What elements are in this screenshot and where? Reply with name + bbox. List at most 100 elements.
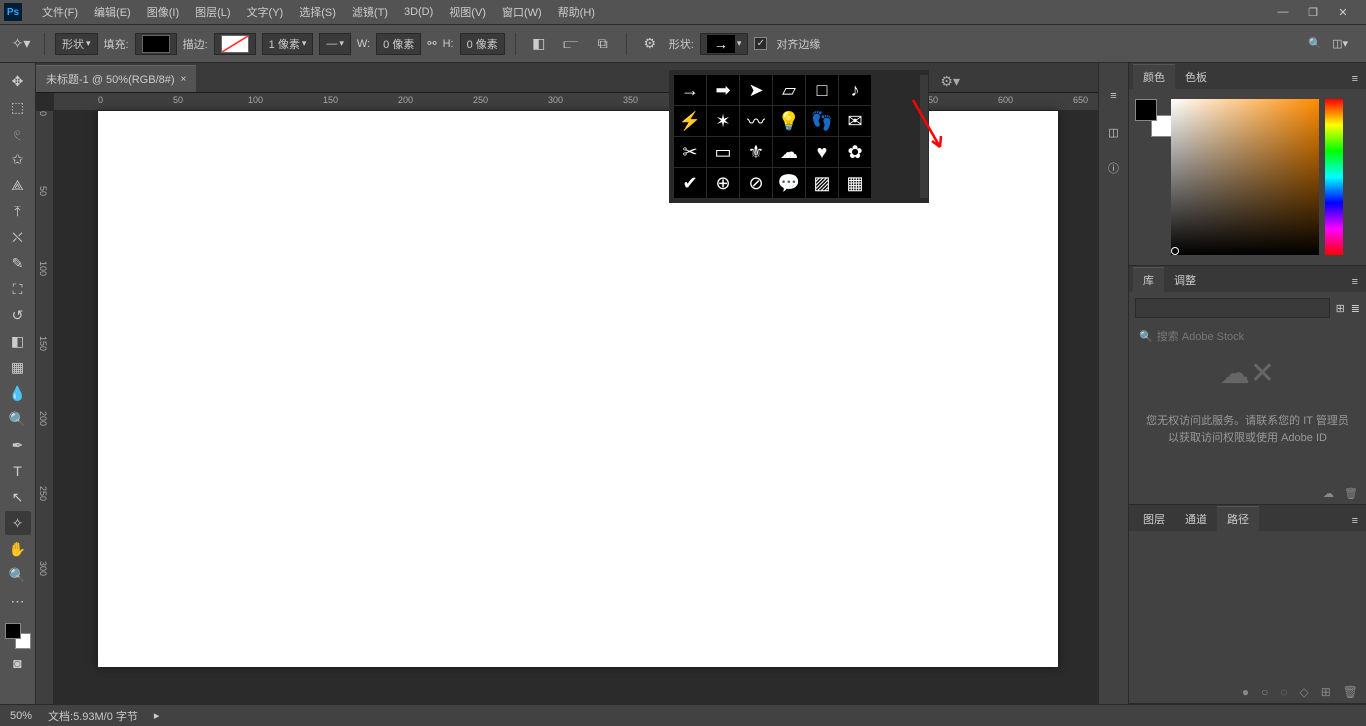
shape-preset[interactable]: ⚡ <box>674 106 706 136</box>
pen-tool-icon[interactable]: ✒ <box>5 433 31 457</box>
stroke-path-icon[interactable]: ○ <box>1261 685 1268 699</box>
shape-preset[interactable]: → <box>674 75 706 105</box>
panel-menu-icon[interactable]: ≡ <box>1344 272 1366 292</box>
tab-color[interactable]: 颜色 <box>1133 64 1175 89</box>
fill-path-icon[interactable]: ● <box>1242 685 1249 699</box>
info-panel-icon[interactable]: ⓘ <box>1105 159 1123 177</box>
shape-preset[interactable]: 〰 <box>740 106 772 136</box>
panel-menu-icon[interactable]: ≡ <box>1344 69 1366 89</box>
align-icon[interactable]: ⫍ <box>558 32 584 56</box>
dodge-tool-icon[interactable]: 🔍 <box>5 407 31 431</box>
menu-file[interactable]: 文件(F) <box>34 0 86 24</box>
menu-window[interactable]: 窗口(W) <box>494 0 550 24</box>
path-select-tool-icon[interactable]: ↖ <box>5 485 31 509</box>
shape-preset[interactable]: ▦ <box>839 168 871 198</box>
properties-panel-icon[interactable]: ◫ <box>1105 123 1123 141</box>
marquee-tool-icon[interactable]: ⬚ <box>5 95 31 119</box>
tab-paths[interactable]: 路径 <box>1217 506 1259 531</box>
canvas-viewport[interactable] <box>54 111 1098 704</box>
document-tab[interactable]: 未标题-1 @ 50%(RGB/8#) × <box>36 65 196 92</box>
color-field[interactable] <box>1171 99 1319 255</box>
tab-layers[interactable]: 图层 <box>1133 507 1175 531</box>
crop-tool-icon[interactable]: ⟁ <box>5 173 31 197</box>
eraser-tool-icon[interactable]: ◧ <box>5 329 31 353</box>
zoom-tool-icon[interactable]: 🔍 <box>5 563 31 587</box>
menu-view[interactable]: 视图(V) <box>441 0 494 24</box>
tab-swatches[interactable]: 色板 <box>1175 65 1217 89</box>
shape-preset[interactable]: ♥ <box>806 137 838 167</box>
menu-select[interactable]: 选择(S) <box>291 0 344 24</box>
edit-toolbar-icon[interactable]: ⋯ <box>5 589 31 613</box>
fill-swatch[interactable] <box>135 33 177 55</box>
type-tool-icon[interactable]: T <box>5 459 31 483</box>
menu-layer[interactable]: 图层(L) <box>187 0 238 24</box>
shape-preset[interactable]: ▱ <box>773 75 805 105</box>
shape-preset[interactable]: 💬 <box>773 168 805 198</box>
tab-adjustments[interactable]: 调整 <box>1164 268 1206 292</box>
gear-icon[interactable]: ⚙ <box>637 32 663 56</box>
zoom-level[interactable]: 50% <box>10 710 32 722</box>
color-chips[interactable] <box>5 623 31 649</box>
menu-filter[interactable]: 滤镜(T) <box>344 0 396 24</box>
menu-help[interactable]: 帮助(H) <box>550 0 603 24</box>
arrange-icon[interactable]: ⧉ <box>590 32 616 56</box>
maximize-icon[interactable]: ❐ <box>1306 5 1320 19</box>
shape-preset[interactable]: ✶ <box>707 106 739 136</box>
document-info[interactable]: 文档:5.93M/0 字节 <box>48 708 138 724</box>
blur-tool-icon[interactable]: 💧 <box>5 381 31 405</box>
shape-preset[interactable]: ♪ <box>839 75 871 105</box>
lasso-tool-icon[interactable]: 𓏲 <box>5 121 31 145</box>
popup-gear-icon[interactable]: ⚙▾ <box>940 73 960 90</box>
shape-preset[interactable]: ➡ <box>707 75 739 105</box>
search-icon[interactable]: 🔍 <box>1308 37 1322 50</box>
tab-channels[interactable]: 通道 <box>1175 507 1217 531</box>
cloud-sync-icon[interactable]: ☁ <box>1323 487 1334 500</box>
shape-preset[interactable]: ▭ <box>707 137 739 167</box>
color-panel-swatch[interactable] <box>1135 99 1165 129</box>
tab-libraries[interactable]: 库 <box>1133 267 1164 292</box>
shape-preset[interactable]: ✿ <box>839 137 871 167</box>
make-workpath-icon[interactable]: ◇ <box>1299 685 1308 699</box>
shape-preset[interactable]: □ <box>806 75 838 105</box>
close-icon[interactable]: ✕ <box>1336 5 1350 19</box>
hue-slider[interactable] <box>1325 99 1343 255</box>
shape-preset[interactable]: ⊘ <box>740 168 772 198</box>
stamp-tool-icon[interactable]: ⛶ <box>5 277 31 301</box>
new-path-icon[interactable]: ⊞ <box>1321 685 1331 699</box>
shape-picker[interactable]: →▾ <box>700 33 749 55</box>
link-wh-icon[interactable]: ⚯ <box>427 37 436 50</box>
list-view-icon[interactable]: ≣ <box>1351 302 1360 315</box>
gradient-tool-icon[interactable]: ▦ <box>5 355 31 379</box>
fg-color-chip[interactable] <box>5 623 21 639</box>
shape-preset[interactable]: 💡 <box>773 106 805 136</box>
shape-preset[interactable]: ➤ <box>740 75 772 105</box>
stroke-width-input[interactable]: 1 像素▾ <box>262 33 314 55</box>
paths-list[interactable] <box>1129 531 1366 681</box>
healing-tool-icon[interactable]: ⛌ <box>5 225 31 249</box>
panel-menu-icon[interactable]: ≡ <box>1344 511 1366 531</box>
quickmask-icon[interactable]: ◙ <box>5 651 31 675</box>
library-search[interactable]: 🔍 搜索 Adobe Stock <box>1135 324 1360 348</box>
workspace-icon[interactable]: ◫▾ <box>1332 37 1348 50</box>
shape-preset[interactable]: ✉ <box>839 106 871 136</box>
tab-close-icon[interactable]: × <box>181 74 187 85</box>
delete-path-icon[interactable]: 🗑 <box>1343 685 1358 699</box>
height-input[interactable]: 0 像素 <box>460 33 505 55</box>
menu-3d[interactable]: 3D(D) <box>396 0 441 24</box>
quick-select-tool-icon[interactable]: ✩ <box>5 147 31 171</box>
path-ops-icon[interactable]: ◧ <box>526 32 552 56</box>
stroke-style[interactable]: —▾ <box>319 33 351 55</box>
move-tool-icon[interactable]: ✥ <box>5 69 31 93</box>
shape-preset[interactable]: ⚜ <box>740 137 772 167</box>
stroke-swatch[interactable] <box>214 33 256 55</box>
brush-tool-icon[interactable]: ✎ <box>5 251 31 275</box>
shape-preset[interactable]: ⊕ <box>707 168 739 198</box>
shape-preset[interactable]: 👣 <box>806 106 838 136</box>
info-chevron-icon[interactable]: ▸ <box>154 709 160 722</box>
shape-preset[interactable]: ✂ <box>674 137 706 167</box>
menu-type[interactable]: 文字(Y) <box>239 0 292 24</box>
hand-tool-icon[interactable]: ✋ <box>5 537 31 561</box>
eyedropper-tool-icon[interactable]: ⤒ <box>5 199 31 223</box>
custom-shape-tool-icon[interactable]: ✧ <box>5 511 31 535</box>
trash-icon[interactable]: 🗑 <box>1344 487 1358 500</box>
